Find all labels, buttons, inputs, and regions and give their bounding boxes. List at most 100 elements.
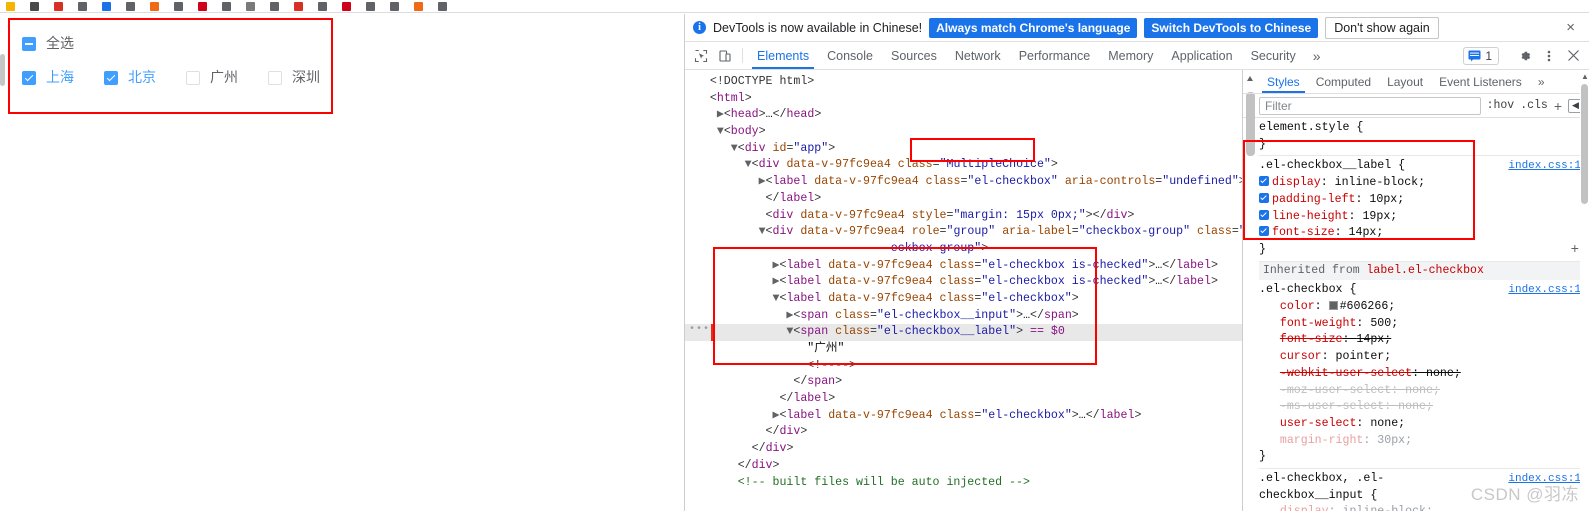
- tab-security[interactable]: Security: [1242, 42, 1305, 69]
- css-rules-list[interactable]: element.style {} index.css:1 .el-checkbox_…: [1243, 118, 1589, 511]
- dom-node[interactable]: ▶<label data-v-97fc9ea4 class="el-checkb…: [685, 174, 1242, 191]
- tab-console[interactable]: Console: [818, 42, 882, 69]
- bookmark-item[interactable]: [360, 0, 384, 12]
- css-declaration[interactable]: font-size: 14px;: [1259, 225, 1589, 242]
- dom-node[interactable]: <!DOCTYPE html>: [685, 74, 1242, 91]
- css-declaration[interactable]: user-select: none;: [1259, 416, 1589, 433]
- tab-elements[interactable]: Elements: [748, 42, 818, 69]
- styles-tab-computed[interactable]: Computed: [1308, 70, 1379, 93]
- dom-node[interactable]: <!---->: [685, 358, 1242, 375]
- bookmark-item[interactable]: [72, 0, 96, 12]
- css-declaration[interactable]: display: inline-block;: [1259, 504, 1589, 511]
- add-declaration-icon[interactable]: +: [1571, 242, 1579, 259]
- css-declaration[interactable]: font-size: 14px;: [1259, 332, 1589, 349]
- dom-node[interactable]: ▼<div data-v-97fc9ea4 role="group" aria-…: [685, 224, 1242, 241]
- bookmark-item[interactable]: [432, 0, 456, 12]
- bookmark-item[interactable]: [264, 0, 288, 12]
- bookmark-item[interactable]: [336, 0, 360, 12]
- checkbox-city-2[interactable]: 广州: [186, 68, 238, 87]
- dom-node[interactable]: eckbox-group">: [685, 241, 1242, 258]
- dom-node[interactable]: </label>: [685, 191, 1242, 208]
- css-selector[interactable]: element.style {: [1259, 120, 1589, 137]
- bookmark-item[interactable]: [384, 0, 408, 12]
- new-style-rule-icon[interactable]: +: [1554, 98, 1562, 114]
- tab-application[interactable]: Application: [1162, 42, 1241, 69]
- inherited-node-name[interactable]: label.el-checkbox: [1367, 264, 1484, 277]
- close-icon[interactable]: ×: [1560, 20, 1581, 35]
- dom-node[interactable]: ▶<label data-v-97fc9ea4 class="el-checkb…: [685, 408, 1242, 425]
- bookmark-item[interactable]: [408, 0, 432, 12]
- css-declaration[interactable]: line-height: 19px;: [1259, 209, 1589, 226]
- dom-node[interactable]: ▼<div id="app">: [685, 141, 1242, 158]
- css-declaration[interactable]: -ms-user-select: none;: [1259, 399, 1589, 416]
- declaration-toggle-icon[interactable]: [1259, 209, 1269, 220]
- checkbox-select-all[interactable]: 全选: [22, 34, 74, 53]
- bookmark-item[interactable]: [120, 0, 144, 12]
- color-swatch[interactable]: [1328, 301, 1338, 311]
- cls-toggle[interactable]: .cls: [1520, 99, 1548, 112]
- bookmark-item[interactable]: [216, 0, 240, 12]
- tab-sources[interactable]: Sources: [882, 42, 946, 69]
- css-rule[interactable]: index.css:1 .el-checkbox { color: #606266…: [1259, 280, 1589, 470]
- bookmark-item[interactable]: [0, 0, 24, 12]
- dont-show-again-button[interactable]: Don't show again: [1325, 16, 1439, 39]
- css-declaration[interactable]: color: #606266;: [1259, 299, 1589, 316]
- declaration-toggle-icon[interactable]: [1259, 176, 1269, 187]
- dom-node[interactable]: ▼<label data-v-97fc9ea4 class="el-checkb…: [685, 291, 1242, 308]
- dom-node[interactable]: ▶<label data-v-97fc9ea4 class="el-checkb…: [685, 274, 1242, 291]
- dom-node-selected[interactable]: ▼<span class="el-checkbox__label"> == $0: [685, 322, 1242, 341]
- styles-filter-input[interactable]: Filter: [1259, 96, 1481, 115]
- bookmark-item[interactable]: [96, 0, 120, 12]
- dom-node[interactable]: ▶<label data-v-97fc9ea4 class="el-checkb…: [685, 258, 1242, 275]
- declaration-toggle-icon[interactable]: [1259, 192, 1269, 203]
- bookmark-item[interactable]: [312, 0, 336, 12]
- bookmark-item[interactable]: [240, 0, 264, 12]
- always-match-language-button[interactable]: Always match Chrome's language: [929, 17, 1138, 38]
- css-declaration[interactable]: -moz-user-select: none;: [1259, 383, 1589, 400]
- css-declaration[interactable]: -webkit-user-select: none;: [1259, 366, 1589, 383]
- css-declaration[interactable]: margin-right: 30px;: [1259, 433, 1589, 450]
- dom-node[interactable]: ▼<body>: [685, 124, 1242, 141]
- inspect-element-icon[interactable]: [689, 42, 713, 69]
- hov-toggle[interactable]: :hov: [1487, 99, 1515, 112]
- dom-node[interactable]: </div>: [685, 441, 1242, 458]
- checkbox-checked-icon[interactable]: [104, 70, 118, 85]
- dom-node[interactable]: </div>: [685, 458, 1242, 475]
- dom-node[interactable]: ▶<span class="el-checkbox__input">…</spa…: [685, 308, 1242, 325]
- bookmark-item[interactable]: [192, 0, 216, 12]
- css-source-link[interactable]: index.css:1: [1508, 282, 1581, 299]
- messages-badge[interactable]: 1: [1463, 46, 1499, 65]
- styles-overflow-icon[interactable]: »: [1530, 70, 1553, 93]
- css-rule[interactable]: index.css:1 .el-checkbox__label {display:…: [1259, 156, 1589, 262]
- dom-node[interactable]: ▼<div data-v-97fc9ea4 class="MultipleCho…: [685, 157, 1242, 174]
- tab-network[interactable]: Network: [946, 42, 1010, 69]
- checkbox-city-1[interactable]: 北京: [104, 68, 156, 87]
- dom-node[interactable]: <div data-v-97fc9ea4 style="margin: 15px…: [685, 208, 1242, 225]
- checkbox-indeterminate-icon[interactable]: [22, 36, 36, 51]
- checkbox-city-0[interactable]: 上海: [22, 68, 74, 87]
- device-toolbar-icon[interactable]: [713, 42, 737, 69]
- more-options-icon[interactable]: [1537, 49, 1561, 63]
- css-declaration[interactable]: padding-left: 10px;: [1259, 192, 1589, 209]
- switch-devtools-language-button[interactable]: Switch DevTools to Chinese: [1144, 17, 1319, 38]
- bookmark-item[interactable]: [24, 0, 48, 12]
- styles-tab-event-listeners[interactable]: Event Listeners: [1431, 70, 1530, 93]
- tab-memory[interactable]: Memory: [1099, 42, 1162, 69]
- bookmark-item[interactable]: [48, 0, 72, 12]
- bookmark-item[interactable]: [168, 0, 192, 12]
- close-devtools-icon[interactable]: [1561, 49, 1585, 62]
- dom-node[interactable]: <!-- built files will be auto injected -…: [685, 475, 1242, 492]
- declaration-toggle-icon[interactable]: [1259, 226, 1269, 237]
- bookmark-item[interactable]: [144, 0, 168, 12]
- dom-node[interactable]: </label>: [685, 391, 1242, 408]
- dom-tree-pane[interactable]: <!DOCTYPE html> <html> ▶<head>…</head> ▼…: [685, 70, 1242, 511]
- dom-node[interactable]: </span>: [685, 374, 1242, 391]
- styles-tab-layout[interactable]: Layout: [1379, 70, 1431, 93]
- css-source-link[interactable]: index.css:1: [1508, 158, 1581, 175]
- page-scrollbar[interactable]: [0, 54, 5, 86]
- dom-node[interactable]: <html>: [685, 91, 1242, 108]
- bookmark-item[interactable]: [288, 0, 312, 12]
- css-declaration[interactable]: display: inline-block;: [1259, 175, 1589, 192]
- checkbox-checked-icon[interactable]: [22, 70, 36, 85]
- gear-icon[interactable]: [1513, 49, 1537, 63]
